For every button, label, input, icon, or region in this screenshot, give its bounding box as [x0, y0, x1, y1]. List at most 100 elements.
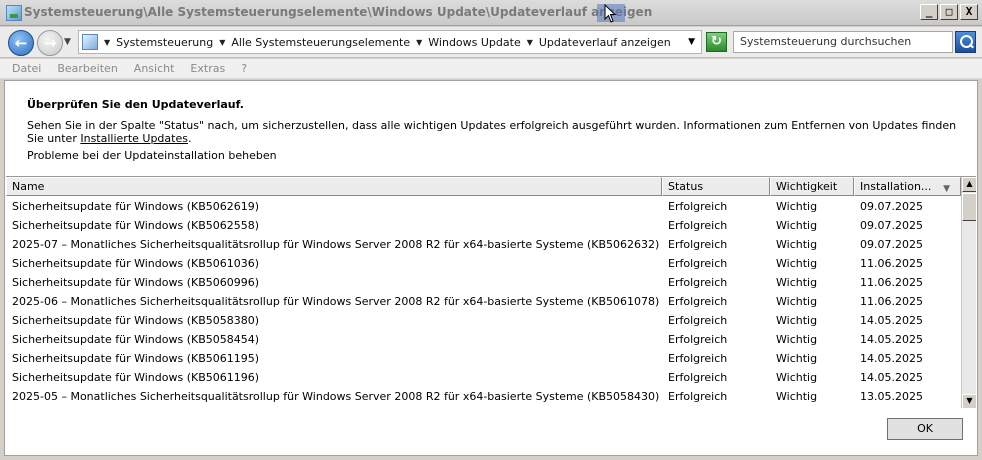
scroll-up-icon[interactable]: ▲ — [962, 177, 976, 192]
column-header-name[interactable]: Name — [6, 177, 662, 196]
table-row[interactable]: Sicherheitsupdate für Windows (KB5061036… — [6, 254, 961, 273]
cell-name: Sicherheitsupdate für Windows (KB5061036… — [12, 257, 260, 270]
cell-status: Erfolgreich — [668, 257, 728, 270]
cell-importance: Wichtig — [776, 295, 818, 308]
main-content: Überprüfen Sie den Updateverlauf. Sehen … — [4, 80, 978, 456]
table-row[interactable]: Sicherheitsupdate für Windows (KB5061196… — [6, 368, 961, 387]
window-title: Systemsteuerung\Alle Systemsteuerungsele… — [24, 5, 653, 19]
cell-status: Erfolgreich — [668, 219, 728, 232]
maximize-button[interactable]: □ — [940, 4, 958, 20]
forward-arrow-icon: → — [43, 34, 57, 52]
cell-install-date: 14.05.2025 — [860, 352, 923, 365]
table-row[interactable]: 2025-05 – Monatliches Sicherheitsqualitä… — [6, 387, 961, 406]
menu-help[interactable]: ? — [233, 62, 255, 75]
menu-bearbeiten[interactable]: Bearbeiten — [49, 62, 125, 75]
scroll-thumb[interactable] — [962, 193, 976, 221]
cell-name: 2025-06 – Monatliches Sicherheitsqualitä… — [12, 295, 660, 308]
menu-extras[interactable]: Extras — [182, 62, 233, 75]
cell-importance: Wichtig — [776, 219, 818, 232]
column-header-status[interactable]: Status — [662, 177, 770, 196]
cell-status: Erfolgreich — [668, 333, 728, 346]
cell-name: Sicherheitsupdate für Windows (KB5061196… — [12, 371, 260, 384]
cell-importance: Wichtig — [776, 200, 818, 213]
menu-bar: Datei Bearbeiten Ansicht Extras ? — [0, 59, 982, 79]
address-dropdown-icon[interactable]: ▼ — [688, 37, 695, 47]
cell-importance: Wichtig — [776, 371, 818, 384]
cell-name: Sicherheitsupdate für Windows (KB5058380… — [12, 314, 260, 327]
page-description: Sehen Sie in der Spalte "Status" nach, u… — [27, 119, 957, 145]
cell-name: 2025-05 – Monatliches Sicherheitsqualitä… — [12, 390, 660, 403]
mouse-cursor-icon — [604, 4, 617, 23]
refresh-icon: ↻ — [711, 34, 722, 49]
close-button[interactable]: X — [960, 4, 978, 20]
cell-status: Erfolgreich — [668, 371, 728, 384]
cell-status: Erfolgreich — [668, 314, 728, 327]
cell-status: Erfolgreich — [668, 238, 728, 251]
menu-datei[interactable]: Datei — [4, 62, 49, 75]
table-row[interactable]: 2025-07 – Monatliches Sicherheitsqualitä… — [6, 235, 961, 254]
cell-status: Erfolgreich — [668, 200, 728, 213]
search-input[interactable]: Systemsteuerung durchsuchen — [733, 31, 953, 53]
cell-importance: Wichtig — [776, 314, 818, 327]
cell-status: Erfolgreich — [668, 276, 728, 289]
chevron-down-icon[interactable]: ▼ — [104, 38, 110, 47]
table-row[interactable]: Sicherheitsupdate für Windows (KB5062558… — [6, 216, 961, 235]
cell-install-date: 11.06.2025 — [860, 276, 923, 289]
cell-status: Erfolgreich — [668, 295, 728, 308]
sort-desc-icon: ▼ — [943, 184, 950, 194]
forward-button[interactable]: → — [37, 30, 63, 56]
breadcrumb-item-updateverlauf[interactable]: Updateverlauf anzeigen — [539, 36, 671, 49]
cell-install-date: 13.05.2025 — [860, 390, 923, 403]
column-header-installation[interactable]: Installation... ▼ — [854, 177, 961, 196]
cell-install-date: 11.06.2025 — [860, 257, 923, 270]
breadcrumb-item-alle-elemente[interactable]: Alle Systemsteuerungselemente — [231, 36, 410, 49]
breadcrumb-item-systemsteuerung[interactable]: Systemsteuerung — [116, 36, 213, 49]
cell-importance: Wichtig — [776, 238, 818, 251]
cell-name: 2025-07 – Monatliches Sicherheitsqualitä… — [12, 238, 660, 251]
list-body: Sicherheitsupdate für Windows (KB5062619… — [6, 197, 961, 406]
table-row[interactable]: Sicherheitsupdate für Windows (KB5058454… — [6, 330, 961, 349]
history-dropdown-icon[interactable]: ▼ — [64, 37, 71, 47]
address-bar: ← → ▼ ▼ Systemsteuerung ▼ Alle Systemste… — [0, 27, 982, 58]
cell-install-date: 14.05.2025 — [860, 314, 923, 327]
refresh-button[interactable]: ↻ — [706, 32, 727, 52]
chevron-down-icon[interactable]: ▼ — [219, 38, 225, 47]
cell-name: Sicherheitsupdate für Windows (KB5061195… — [12, 352, 260, 365]
table-row[interactable]: Sicherheitsupdate für Windows (KB5060996… — [6, 273, 961, 292]
column-header-importance[interactable]: Wichtigkeit — [770, 177, 854, 196]
vertical-scrollbar[interactable]: ▲ ▼ — [961, 177, 976, 408]
title-bar[interactable]: Systemsteuerung\Alle Systemsteuerungsele… — [0, 0, 982, 26]
troubleshoot-link[interactable]: Probleme bei der Updateinstallation behe… — [27, 149, 277, 162]
search-icon[interactable] — [955, 31, 976, 53]
cell-importance: Wichtig — [776, 352, 818, 365]
back-button[interactable]: ← — [8, 30, 34, 56]
list-header: Name Status Wichtigkeit Installation... ▼ — [6, 177, 961, 196]
breadcrumb-item-windows-update[interactable]: Windows Update — [428, 36, 520, 49]
chevron-down-icon[interactable]: ▼ — [416, 38, 422, 47]
installed-updates-link[interactable]: Installierte Updates — [80, 132, 188, 145]
update-history-list[interactable]: Name Status Wichtigkeit Installation... ▼… — [6, 176, 976, 408]
cell-install-date: 09.07.2025 — [860, 219, 923, 232]
table-row[interactable]: Sicherheitsupdate für Windows (KB5058380… — [6, 311, 961, 330]
ok-button[interactable]: OK — [887, 418, 963, 440]
cell-install-date: 14.05.2025 — [860, 371, 923, 384]
minimize-button[interactable]: _ — [920, 4, 938, 20]
menu-ansicht[interactable]: Ansicht — [126, 62, 183, 75]
cell-install-date: 09.07.2025 — [860, 238, 923, 251]
table-row[interactable]: Sicherheitsupdate für Windows (KB5062619… — [6, 197, 961, 216]
breadcrumb[interactable]: ▼ Systemsteuerung ▼ Alle Systemsteuerung… — [78, 30, 702, 54]
cell-name: Sicherheitsupdate für Windows (KB5060996… — [12, 276, 260, 289]
chevron-down-icon[interactable]: ▼ — [527, 38, 533, 47]
column-header-installation-label: Installation... — [860, 180, 932, 193]
cell-install-date: 09.07.2025 — [860, 200, 923, 213]
table-row[interactable]: Sicherheitsupdate für Windows (KB5061195… — [6, 349, 961, 368]
cell-importance: Wichtig — [776, 276, 818, 289]
cell-install-date: 11.06.2025 — [860, 295, 923, 308]
cell-name: Sicherheitsupdate für Windows (KB5062558… — [12, 219, 260, 232]
cell-name: Sicherheitsupdate für Windows (KB5062619… — [12, 200, 260, 213]
table-row[interactable]: 2025-06 – Monatliches Sicherheitsqualitä… — [6, 292, 961, 311]
cell-importance: Wichtig — [776, 390, 818, 403]
cell-install-date: 14.05.2025 — [860, 333, 923, 346]
cell-status: Erfolgreich — [668, 390, 728, 403]
scroll-down-icon[interactable]: ▼ — [962, 394, 976, 408]
